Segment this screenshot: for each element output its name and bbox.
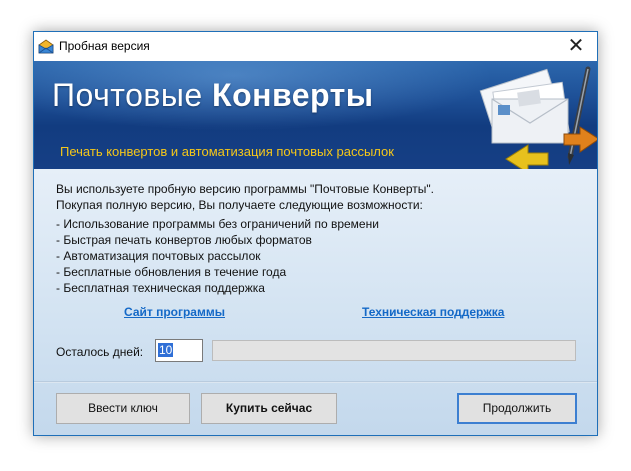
window-title: Пробная версия bbox=[59, 39, 150, 53]
program-site-link[interactable]: Сайт программы bbox=[124, 305, 225, 319]
feature-item: - Быстрая печать конвертов любых формато… bbox=[56, 233, 312, 247]
envelope-icon bbox=[38, 39, 54, 54]
days-remaining-value: 10 bbox=[158, 343, 174, 357]
feature-item: - Бесплатная техническая поддержка bbox=[56, 281, 265, 295]
feature-item: - Бесплатные обновления в течение года bbox=[56, 265, 287, 279]
days-remaining-label: Осталось дней: bbox=[56, 345, 144, 359]
feature-item: - Автоматизация почтовых рассылок bbox=[56, 249, 261, 263]
buy-now-button[interactable]: Купить сейчас bbox=[201, 393, 337, 424]
content-area: Вы используете пробную версию программы … bbox=[34, 169, 597, 435]
feature-list: - Использование программы без ограничени… bbox=[56, 216, 379, 296]
header-banner: Почтовые Конверты Печать конвертов и авт… bbox=[34, 61, 597, 169]
enter-key-button[interactable]: Ввести ключ bbox=[56, 393, 190, 424]
intro-line: Вы используете пробную версию программы … bbox=[56, 182, 434, 196]
trial-dialog-window: Пробная версия ✕ Почтовые Конверты Печат… bbox=[33, 31, 598, 436]
feature-item: - Использование программы без ограничени… bbox=[56, 217, 379, 231]
close-icon: ✕ bbox=[567, 35, 585, 57]
continue-button[interactable]: Продолжить bbox=[457, 393, 577, 424]
title-bar[interactable]: Пробная версия ✕ bbox=[34, 32, 597, 61]
close-button[interactable]: ✕ bbox=[555, 32, 597, 61]
intro-text: Вы используете пробную версию программы … bbox=[56, 181, 434, 213]
days-remaining-field[interactable]: 10 bbox=[155, 339, 203, 362]
trial-progress-bar bbox=[212, 340, 576, 361]
divider bbox=[34, 381, 597, 383]
tech-support-link[interactable]: Техническая поддержка bbox=[362, 305, 504, 319]
intro-line: Покупая полную версию, Вы получаете след… bbox=[56, 198, 423, 212]
product-title: Почтовые Конверты bbox=[52, 77, 374, 113]
envelopes-pen-arrows-illustration bbox=[479, 66, 597, 169]
product-subtitle: Печать конвертов и автоматизация почтовы… bbox=[60, 144, 394, 159]
